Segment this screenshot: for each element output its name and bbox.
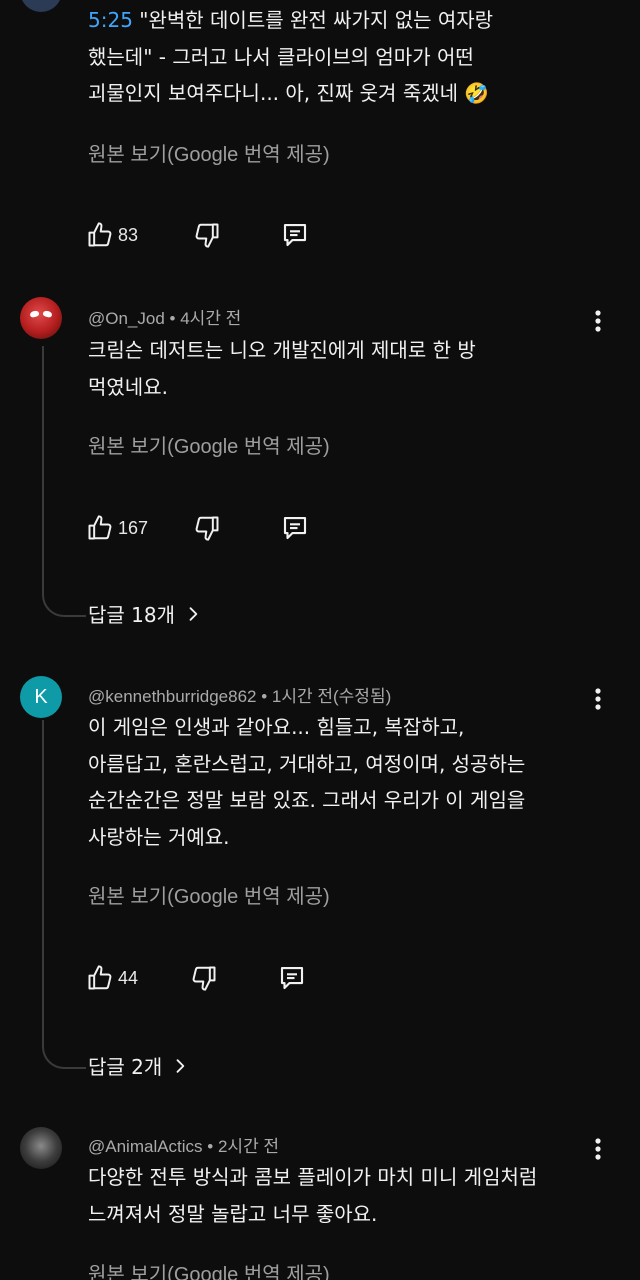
dislike-icon: [195, 516, 219, 541]
reply-button[interactable]: [277, 963, 307, 993]
view-replies-button[interactable]: 답글 2개: [88, 1051, 190, 1080]
avatar[interactable]: [20, 1127, 62, 1169]
see-original-link[interactable]: 원본 보기(Google 번역 제공): [88, 138, 330, 167]
author-name[interactable]: @On_Jod: [88, 309, 165, 328]
dislike-button[interactable]: [193, 514, 221, 542]
chevron-right-icon: [176, 1058, 185, 1073]
reply-icon: [280, 966, 304, 990]
comment-text: 5:25 "완벽한 데이트를 완전 싸가지 없는 여자랑 했는데" - 그러고 …: [88, 8, 494, 105]
avatar[interactable]: K: [20, 676, 62, 718]
comment: @On_Jod • 4시간 전 크림슨 데저트는 니오 개발진에게 제대로 한 …: [0, 290, 640, 640]
like-count: 167: [118, 517, 149, 538]
comment-text: 다양한 전투 방식과 콤보 플레이가 마치 미니 게임처럼 느껴져서 정말 놀랍…: [88, 1165, 538, 1226]
avatar[interactable]: [20, 297, 62, 339]
reply-button[interactable]: [280, 220, 310, 250]
comment-actions: 44: [86, 963, 307, 993]
like-icon: [88, 222, 112, 247]
like-button[interactable]: 167: [86, 514, 148, 542]
like-count: 83: [118, 224, 139, 245]
timestamp-link[interactable]: 5:25: [88, 8, 133, 32]
avatar-letter: K: [34, 685, 48, 708]
comment: @AnimalActics • 2시간 전 다양한 전투 방식과 콤보 플레이가…: [0, 1115, 640, 1280]
dislike-button[interactable]: [190, 964, 218, 992]
dislike-icon: [192, 966, 216, 991]
like-count: 44: [118, 967, 139, 988]
reply-button[interactable]: [280, 513, 310, 543]
see-original-link[interactable]: 원본 보기(Google 번역 제공): [88, 880, 330, 909]
comment-text: 이 게임은 인생과 같아요... 힘들고, 복잡하고, 아름답고, 혼란스럽고,…: [88, 715, 526, 849]
comment-actions: 167: [86, 513, 310, 543]
like-button[interactable]: 83: [86, 221, 138, 249]
replies-label: 답글 18개: [88, 603, 176, 627]
comment-time: 4시간 전: [180, 309, 242, 328]
dislike-icon: [195, 223, 219, 248]
avatar[interactable]: [20, 0, 62, 12]
comment-text: 크림슨 데저트는 니오 개발진에게 제대로 한 방 먹였네요.: [88, 338, 476, 399]
chevron-right-icon: [189, 606, 198, 621]
comment-time: 2시간 전: [217, 1137, 280, 1156]
comment-meta: @kennethburridge862 • 1시간 전(수정됨): [88, 687, 392, 706]
like-icon: [88, 515, 112, 540]
dislike-button[interactable]: [193, 221, 221, 249]
view-replies-button[interactable]: 답글 18개: [88, 599, 203, 628]
see-original-link[interactable]: 원본 보기(Google 번역 제공): [88, 430, 330, 459]
comment: K @kennethburridge862 • 1시간 전(수정됨) 이 게임은…: [0, 665, 640, 1085]
replies-label: 답글 2개: [88, 1055, 163, 1079]
comment-meta: @AnimalActics • 2시간 전: [88, 1137, 280, 1156]
see-original-link[interactable]: 원본 보기(Google 번역 제공): [88, 1258, 330, 1280]
reply-icon: [283, 516, 307, 540]
author-name[interactable]: @AnimalActics: [88, 1137, 203, 1156]
comment-meta: @On_Jod • 4시간 전: [88, 309, 242, 328]
author-name[interactable]: @kennethburridge862: [88, 687, 257, 706]
comment-time: 1시간 전(수정됨): [271, 687, 392, 706]
comment-top: 5:25 "완벽한 데이트를 완전 싸가지 없는 여자랑 했는데" - 그러고 …: [0, 0, 640, 270]
like-icon: [88, 965, 112, 990]
rofl-emoji: 🤣: [464, 81, 490, 105]
comment-actions: 83: [86, 220, 310, 250]
reply-icon: [283, 223, 307, 247]
like-button[interactable]: 44: [86, 964, 138, 992]
